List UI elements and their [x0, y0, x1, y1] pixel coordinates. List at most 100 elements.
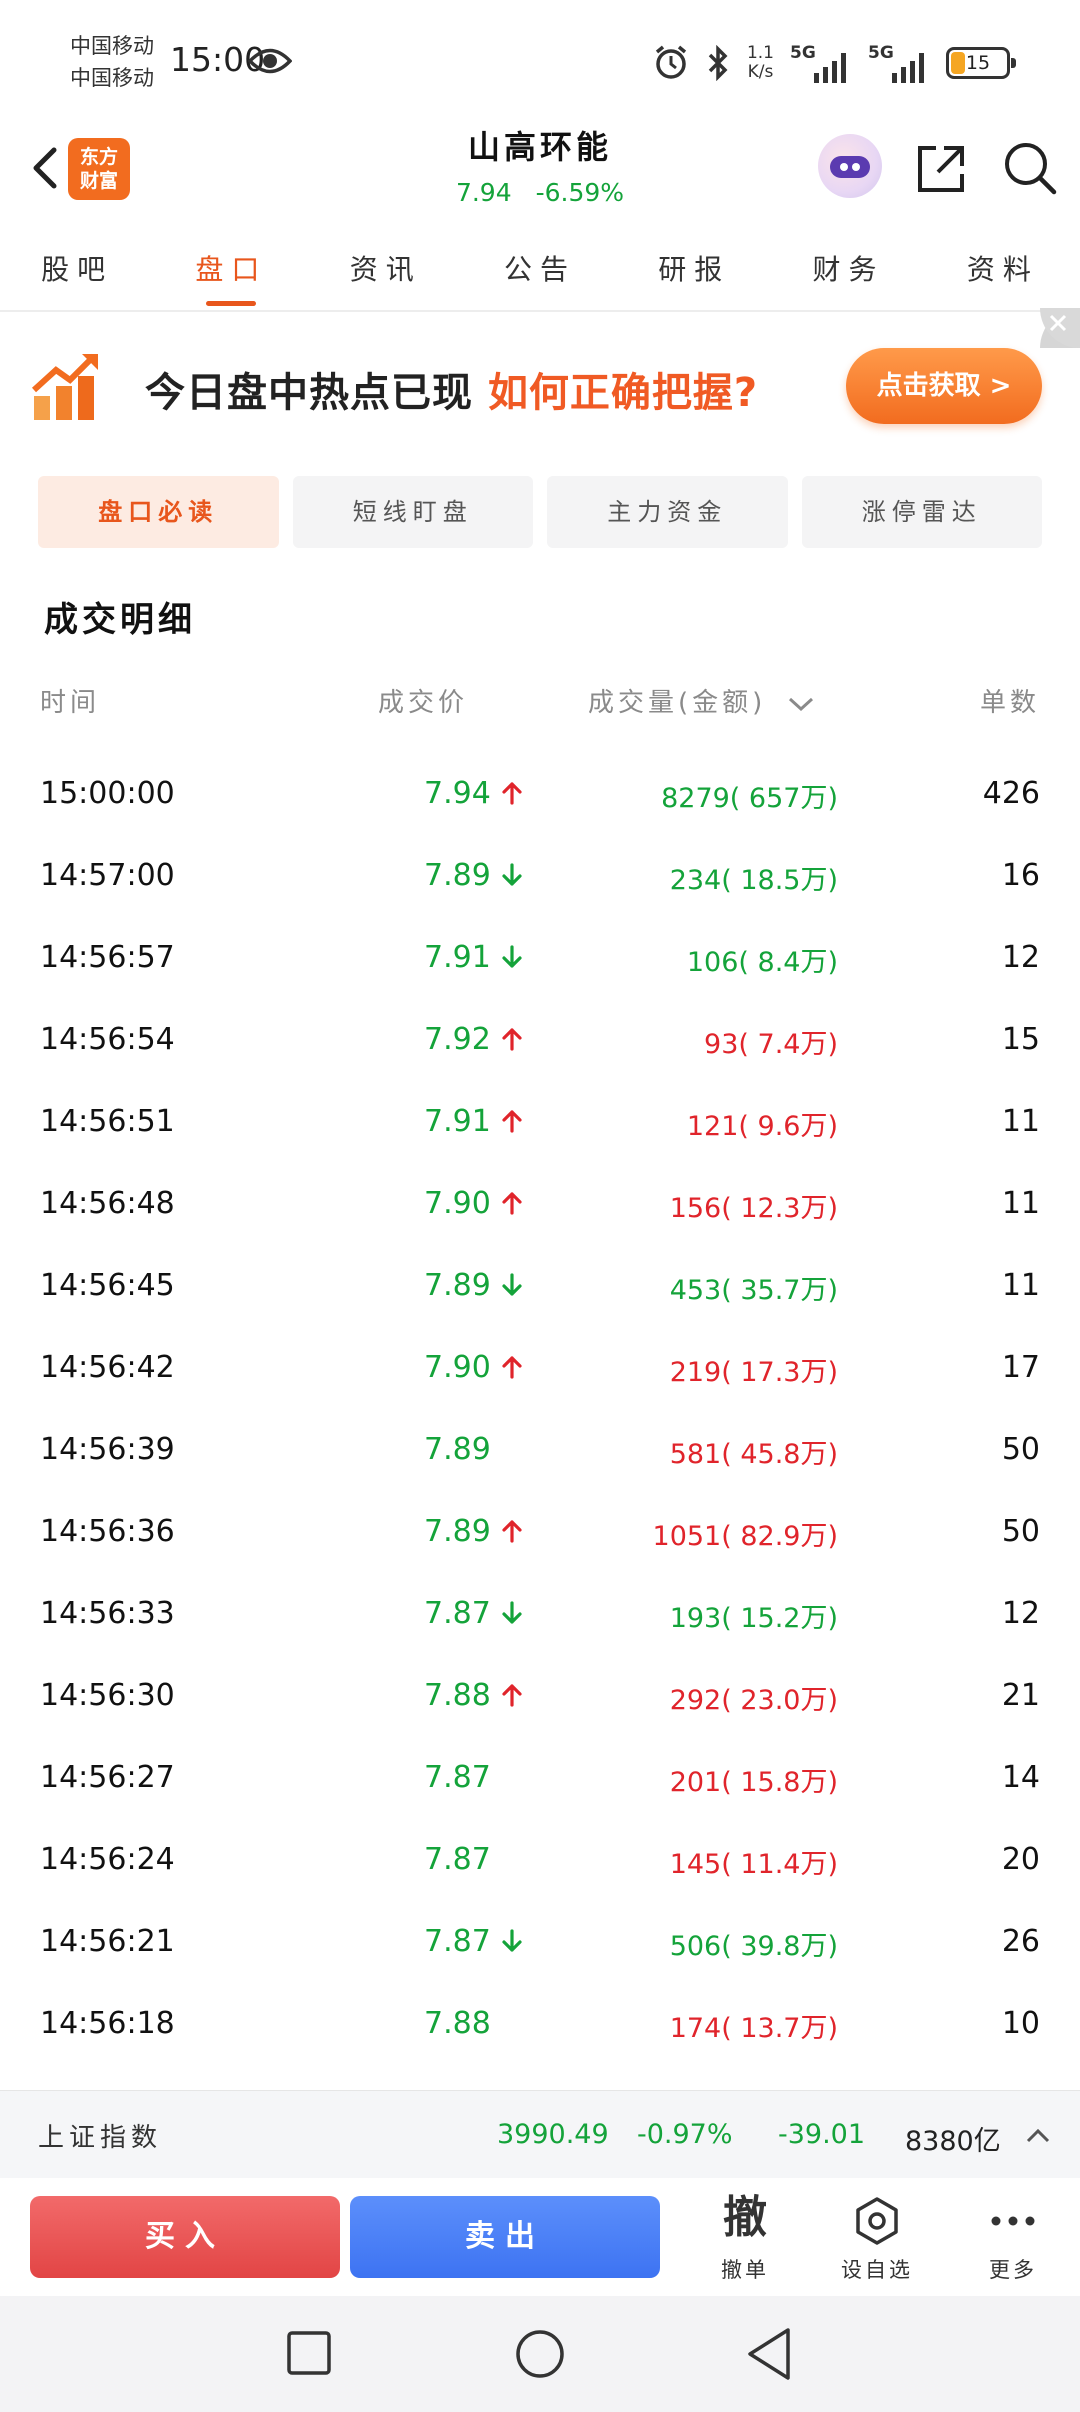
- table-row: 14:56:48 7.90 156( 12.3万) 11: [0, 1164, 1080, 1246]
- subtab-must-read[interactable]: 盘口必读: [38, 476, 279, 548]
- trade-count: 10: [1001, 2006, 1040, 2041]
- assistant-bot-icon[interactable]: [818, 134, 882, 198]
- banner-text-highlight: 如何正确把握?: [487, 370, 759, 416]
- signal-icon: [892, 53, 924, 83]
- subtab-main-funds[interactable]: 主力资金: [547, 476, 788, 548]
- trade-volume: 201( 15.8万): [669, 1767, 838, 1798]
- table-row: 14:56:45 7.89 453( 35.7万) 11: [0, 1246, 1080, 1328]
- trade-price: 7.90: [424, 1350, 523, 1385]
- hexagon-settings-icon: [856, 2197, 898, 2245]
- sell-button[interactable]: 卖出: [350, 2196, 660, 2278]
- trade-price: 7.91: [424, 940, 523, 975]
- promo-banner[interactable]: 今日盘中热点已现 如何正确把握? 点击获取 >: [0, 320, 1080, 450]
- cancel-order-label: 撤单: [721, 2258, 769, 2282]
- tab-profile[interactable]: 资料: [926, 230, 1080, 310]
- chevron-down-icon: [788, 697, 813, 711]
- net-speed-value: 1.1: [746, 43, 774, 63]
- trade-price: 7.89: [424, 1268, 523, 1303]
- trade-time: 14:56:51: [40, 1104, 175, 1139]
- table-row: 14:56:36 7.89 1051( 82.9万) 50: [0, 1492, 1080, 1574]
- arrow-up-icon: [502, 1520, 522, 1543]
- trade-price-value: 7.89: [424, 1432, 491, 1467]
- header-volume-label: 成交量(金额): [588, 688, 767, 718]
- trade-count: 17: [1001, 1350, 1040, 1385]
- share-icon[interactable]: [912, 140, 970, 198]
- table-row: 14:56:39 7.89 581( 45.8万) 50: [0, 1410, 1080, 1492]
- trade-time: 14:56:21: [40, 1924, 175, 1959]
- tab-research[interactable]: 研报: [617, 230, 771, 310]
- search-icon[interactable]: [1000, 138, 1060, 198]
- tab-pankou[interactable]: 盘口: [154, 230, 308, 310]
- eye-icon: [248, 48, 292, 74]
- arrow-down-icon: [502, 1601, 522, 1624]
- arrow-up-icon: [502, 1356, 522, 1379]
- trade-volume: 93( 7.4万): [704, 1029, 838, 1060]
- subtab-limit-radar[interactable]: 涨停雷达: [801, 476, 1042, 548]
- trade-count: 20: [1001, 1842, 1040, 1877]
- table-row: 14:56:27 7.87 201( 15.8万) 14: [0, 1738, 1080, 1820]
- more-button[interactable]: 更多: [958, 2190, 1068, 2290]
- arrow-up-icon: [502, 1110, 522, 1133]
- trade-count: 12: [1001, 940, 1040, 975]
- close-icon[interactable]: [1040, 308, 1080, 348]
- trade-price: 7.90: [424, 1186, 523, 1221]
- trade-price-value: 7.88: [424, 2006, 491, 2041]
- trade-volume: 219( 17.3万): [669, 1357, 838, 1388]
- index-name: 上证指数: [38, 2123, 163, 2153]
- cancel-order-icon: 撤: [723, 2192, 767, 2243]
- tab-news[interactable]: 资讯: [309, 230, 463, 310]
- buy-button[interactable]: 买入: [30, 2196, 340, 2278]
- trade-count: 11: [1001, 1268, 1040, 1303]
- trade-count: 15: [1001, 1022, 1040, 1057]
- tab-announcements[interactable]: 公告: [463, 230, 617, 310]
- index-ticker-bar[interactable]: 上证指数 3990.49 -0.97% -39.01 8380亿: [0, 2090, 1080, 2178]
- trade-volume: 106( 8.4万): [686, 947, 838, 978]
- trade-time: 14:56:39: [40, 1432, 175, 1467]
- tab-guba[interactable]: 股吧: [0, 230, 154, 310]
- trade-count: 50: [1001, 1514, 1040, 1549]
- header-volume[interactable]: 成交量(金额): [588, 682, 815, 719]
- trade-price: 7.89: [424, 1432, 491, 1467]
- index-turnover: 8380亿: [905, 2126, 1001, 2157]
- nav-back-icon[interactable]: [744, 2326, 794, 2382]
- trade-volume: 193( 15.2万): [669, 1603, 838, 1634]
- battery-level: 15: [965, 52, 991, 74]
- tab-finance[interactable]: 财务: [771, 230, 925, 310]
- trade-count: 21: [1001, 1678, 1040, 1713]
- trade-price: 7.87: [424, 1596, 523, 1631]
- trade-price-value: 7.91: [424, 940, 491, 975]
- trade-price-value: 7.87: [424, 1760, 491, 1795]
- stock-change-pct: -6.59%: [535, 178, 625, 207]
- subtab-short-watch[interactable]: 短线盯盘: [292, 476, 533, 548]
- header-time: 时间: [40, 688, 101, 718]
- add-watchlist-button[interactable]: 设自选: [822, 2190, 932, 2290]
- table-row: 14:56:33 7.87 193( 15.2万) 12: [0, 1574, 1080, 1656]
- trade-volume: 234( 18.5万): [669, 865, 838, 896]
- trade-volume: 581( 45.8万): [669, 1439, 838, 1470]
- trade-price-value: 7.90: [424, 1350, 491, 1385]
- arrow-down-icon: [502, 945, 522, 968]
- trade-time: 14:57:00: [40, 858, 175, 893]
- pankou-subtabs: 盘口必读 短线盯盘 主力资金 涨停雷达: [38, 476, 1042, 548]
- table-row: 15:00:00 7.94 8279( 657万) 426: [0, 754, 1080, 836]
- chart-up-icon: [31, 353, 98, 420]
- trade-time: 14:56:24: [40, 1842, 175, 1877]
- trade-price: 7.87: [424, 1842, 491, 1877]
- trade-volume: 156( 12.3万): [669, 1193, 838, 1224]
- battery-icon: 15: [946, 47, 1016, 79]
- bot-eye: [852, 163, 860, 171]
- home-icon[interactable]: [514, 2328, 566, 2380]
- bot-face: [830, 156, 870, 178]
- battery-cap: [1011, 58, 1016, 68]
- trade-price-value: 7.87: [424, 1596, 491, 1631]
- chevron-up-icon[interactable]: [1025, 2127, 1051, 2145]
- trade-price: 7.91: [424, 1104, 523, 1139]
- stock-price: 7.94: [455, 178, 512, 207]
- cancel-order-button[interactable]: 撤 撤单: [690, 2190, 800, 2290]
- trade-time: 14:56:30: [40, 1678, 175, 1713]
- more-label: 更多: [989, 2258, 1037, 2282]
- banner-text-main: 今日盘中热点已现: [145, 370, 473, 416]
- trade-price-value: 7.89: [424, 1514, 491, 1549]
- recent-apps-icon[interactable]: [286, 2330, 332, 2376]
- banner-get-button[interactable]: 点击获取 >: [846, 348, 1042, 424]
